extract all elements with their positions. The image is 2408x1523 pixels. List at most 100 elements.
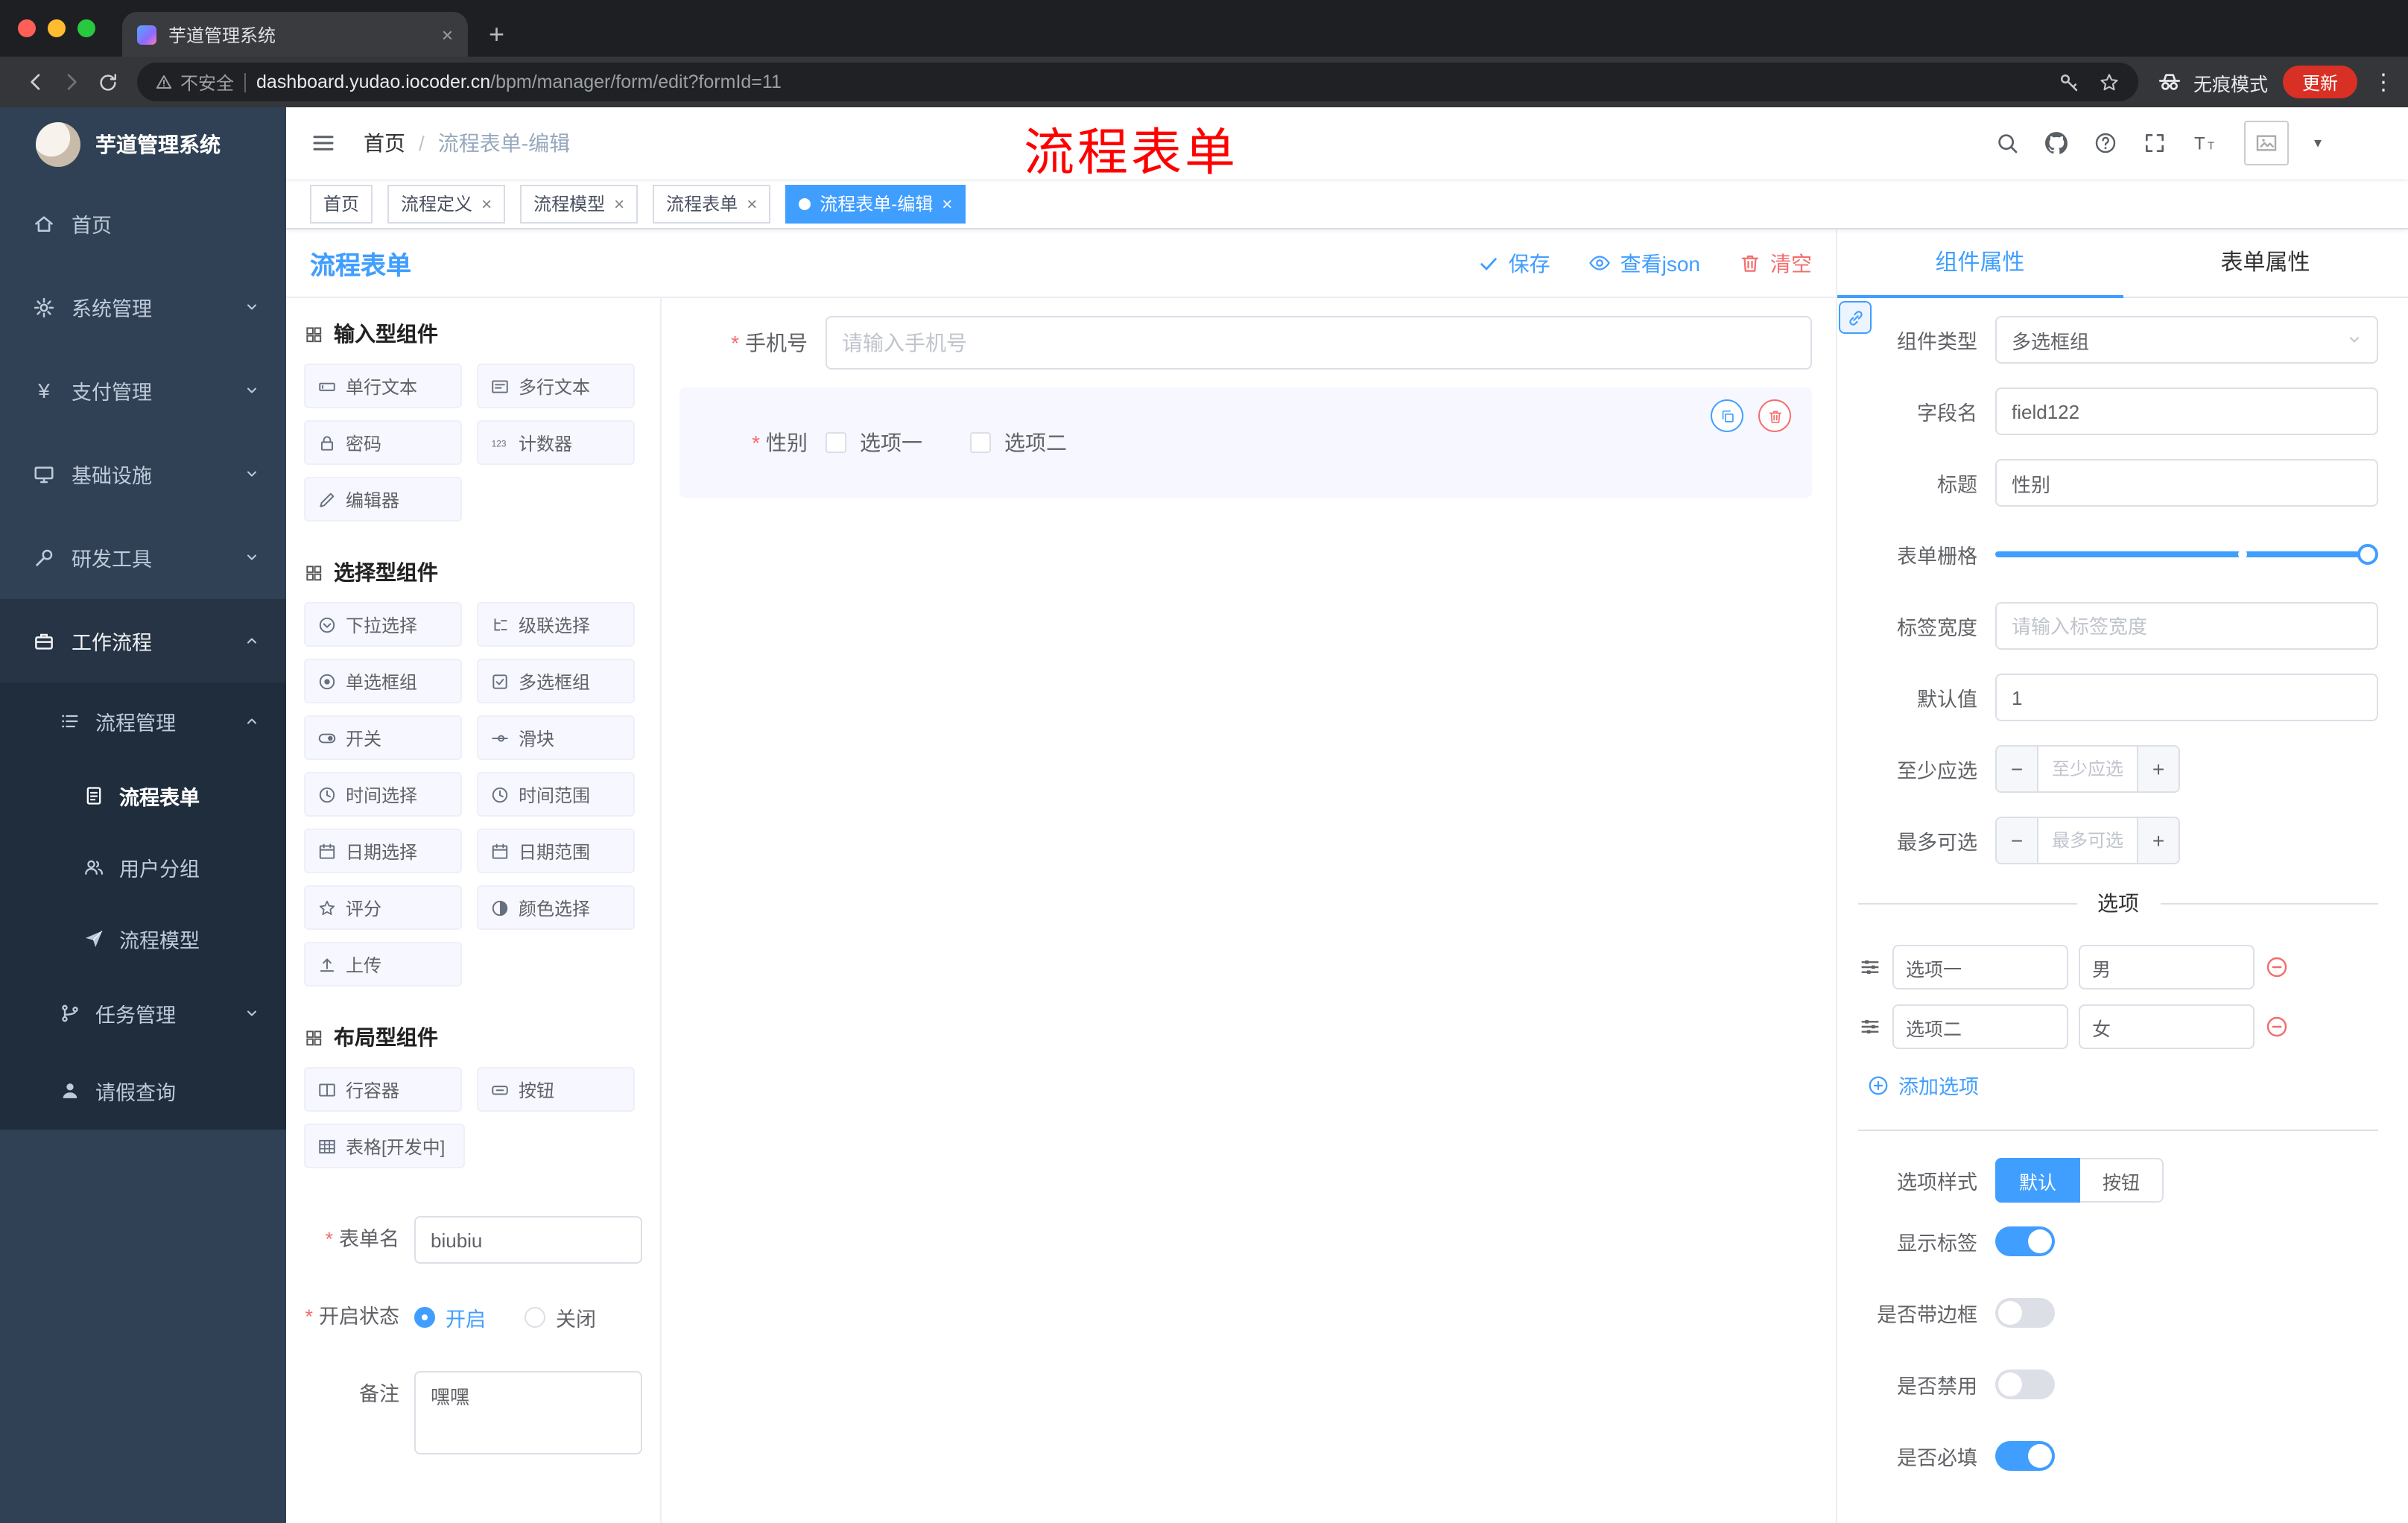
view-json-button[interactable]: 查看json	[1589, 248, 1700, 278]
palette-item-table[interactable]: 表格[开发中]	[304, 1124, 465, 1168]
default-value-input[interactable]	[1995, 674, 2378, 721]
sidebar-item-system[interactable]: 系统管理	[0, 265, 286, 349]
tag-home[interactable]: 首页	[310, 184, 373, 223]
increase-icon[interactable]: +	[2137, 747, 2179, 791]
back-icon[interactable]	[18, 64, 54, 100]
decrease-icon[interactable]: −	[1997, 747, 2038, 791]
tab-component-props[interactable]: 组件属性	[1837, 229, 2123, 298]
decrease-icon[interactable]: −	[1997, 818, 2038, 863]
window-minimize-button[interactable]	[48, 19, 66, 37]
palette-item-checkbox-group[interactable]: 多选框组	[477, 659, 635, 703]
close-icon[interactable]: ×	[942, 194, 952, 212]
browser-menu-icon[interactable]: ⋮	[2372, 69, 2395, 95]
drag-handle-icon[interactable]	[1858, 1015, 1882, 1039]
phone-input[interactable]	[826, 316, 1812, 370]
tag-process-form-edit[interactable]: 流程表单-编辑 ×	[785, 184, 966, 223]
window-close-button[interactable]	[18, 19, 36, 37]
palette-item-date-range[interactable]: 日期范围	[477, 829, 635, 873]
fullscreen-icon[interactable]	[2143, 131, 2167, 155]
avatar[interactable]	[2243, 121, 2289, 165]
help-icon[interactable]	[2094, 131, 2117, 155]
field-name-input[interactable]	[1995, 387, 2378, 435]
search-icon[interactable]	[1995, 131, 2019, 155]
font-size-icon[interactable]	[2192, 130, 2219, 156]
palette-item-color-picker[interactable]: 颜色选择	[477, 885, 635, 930]
tag-process-definition[interactable]: 流程定义 ×	[387, 184, 506, 223]
sidebar-item-infra[interactable]: 基础设施	[0, 432, 286, 516]
sidebar-item-devtools[interactable]: 研发工具	[0, 516, 286, 599]
border-toggle[interactable]	[1995, 1298, 2055, 1328]
palette-item-rate[interactable]: 评分	[304, 885, 462, 930]
option-2-label-input[interactable]	[1892, 1004, 2068, 1049]
style-default-button[interactable]: 默认	[1995, 1158, 2081, 1203]
sidebar-logo[interactable]: 芋道管理系统	[0, 107, 286, 182]
required-toggle[interactable]	[1995, 1441, 2055, 1471]
palette-item-upload[interactable]: 上传	[304, 942, 462, 987]
delete-field-button[interactable]	[1758, 399, 1791, 432]
clear-button[interactable]: 清空	[1739, 248, 1812, 278]
sidebar-item-payment[interactable]: ¥ 支付管理	[0, 349, 286, 432]
close-icon[interactable]: ×	[614, 194, 624, 212]
palette-item-time-range[interactable]: 时间范围	[477, 772, 635, 817]
password-key-icon[interactable]	[2058, 71, 2080, 93]
save-button[interactable]: 保存	[1479, 248, 1550, 278]
palette-item-button[interactable]: 按钮	[477, 1067, 635, 1112]
close-icon[interactable]: ×	[747, 194, 757, 212]
palette-item-row-container[interactable]: 行容器	[304, 1067, 462, 1112]
palette-item-switch[interactable]: 开关	[304, 715, 462, 760]
palette-item-password[interactable]: 密码	[304, 420, 462, 465]
forward-icon[interactable]	[54, 64, 89, 100]
github-icon[interactable]	[2044, 131, 2068, 155]
form-remark-textarea[interactable]: 嘿嘿	[414, 1371, 642, 1454]
tab-form-props[interactable]: 表单属性	[2123, 229, 2408, 297]
style-button-button[interactable]: 按钮	[2080, 1158, 2164, 1203]
option-2-value-input[interactable]	[2079, 1004, 2255, 1049]
security-status[interactable]: 不安全	[155, 69, 234, 95]
title-input[interactable]	[1995, 459, 2378, 507]
reload-icon[interactable]	[89, 64, 125, 100]
palette-item-radio-group[interactable]: 单选框组	[304, 659, 462, 703]
tab-close-icon[interactable]: ×	[442, 25, 453, 44]
palette-item-time-picker[interactable]: 时间选择	[304, 772, 462, 817]
gender-checkbox-option-1[interactable]: 选项一	[826, 428, 922, 457]
palette-item-counter[interactable]: 计数器	[477, 420, 635, 465]
sidebar-item-home[interactable]: 首页	[0, 182, 286, 265]
tag-process-form[interactable]: 流程表单 ×	[653, 184, 771, 223]
field-phone[interactable]: 手机号	[679, 316, 1812, 370]
palette-item-textarea[interactable]: 多行文本	[477, 364, 635, 408]
field-gender-selected[interactable]: 性别 选项一 选项二	[679, 387, 1812, 498]
remove-option-icon[interactable]	[2265, 955, 2289, 979]
status-radio-closed[interactable]: 关闭	[525, 1302, 596, 1332]
palette-item-cascader[interactable]: 级联选择	[477, 602, 635, 647]
browser-update-button[interactable]: 更新	[2282, 66, 2357, 98]
sidebar-item-leave-query[interactable]: 请假查询	[0, 1052, 286, 1130]
tag-process-model[interactable]: 流程模型 ×	[520, 184, 639, 223]
max-count-input[interactable]	[2038, 818, 2137, 863]
palette-item-editor[interactable]: 编辑器	[304, 477, 462, 522]
label-width-input[interactable]	[1995, 602, 2378, 650]
address-bar[interactable]: 不安全 dashboard.yudao.iocoder.cn/bpm/manag…	[137, 63, 2138, 101]
avatar-caret-icon[interactable]: ▾	[2314, 135, 2322, 151]
palette-item-date-picker[interactable]: 日期选择	[304, 829, 462, 873]
sidebar-item-process-form[interactable]: 流程表单	[0, 760, 286, 832]
breadcrumb-home[interactable]: 首页	[364, 128, 405, 158]
option-1-value-input[interactable]	[2079, 945, 2255, 990]
sidebar-item-task-mgmt[interactable]: 任务管理	[0, 975, 286, 1052]
show-label-toggle[interactable]	[1995, 1226, 2055, 1256]
increase-icon[interactable]: +	[2137, 818, 2179, 863]
palette-item-input[interactable]: 单行文本	[304, 364, 462, 408]
sidebar-item-process-mgmt[interactable]: 流程管理	[0, 683, 286, 760]
status-radio-open[interactable]: 开启	[414, 1302, 486, 1332]
browser-tab[interactable]: 芋道管理系统 ×	[122, 12, 468, 57]
drag-handle-icon[interactable]	[1858, 955, 1882, 979]
grid-slider[interactable]	[1995, 531, 2378, 578]
slider-handle[interactable]	[2357, 544, 2378, 565]
collapse-sidebar-icon[interactable]	[310, 130, 337, 156]
form-name-input[interactable]	[414, 1216, 642, 1264]
copy-field-button[interactable]	[1711, 399, 1743, 432]
sidebar-item-user-groups[interactable]: 用户分组	[0, 832, 286, 903]
bookmark-star-icon[interactable]	[2098, 71, 2120, 93]
sidebar-item-workflow[interactable]: 工作流程	[0, 599, 286, 683]
palette-item-slider[interactable]: 滑块	[477, 715, 635, 760]
component-type-select[interactable]: 多选框组	[1995, 316, 2378, 364]
